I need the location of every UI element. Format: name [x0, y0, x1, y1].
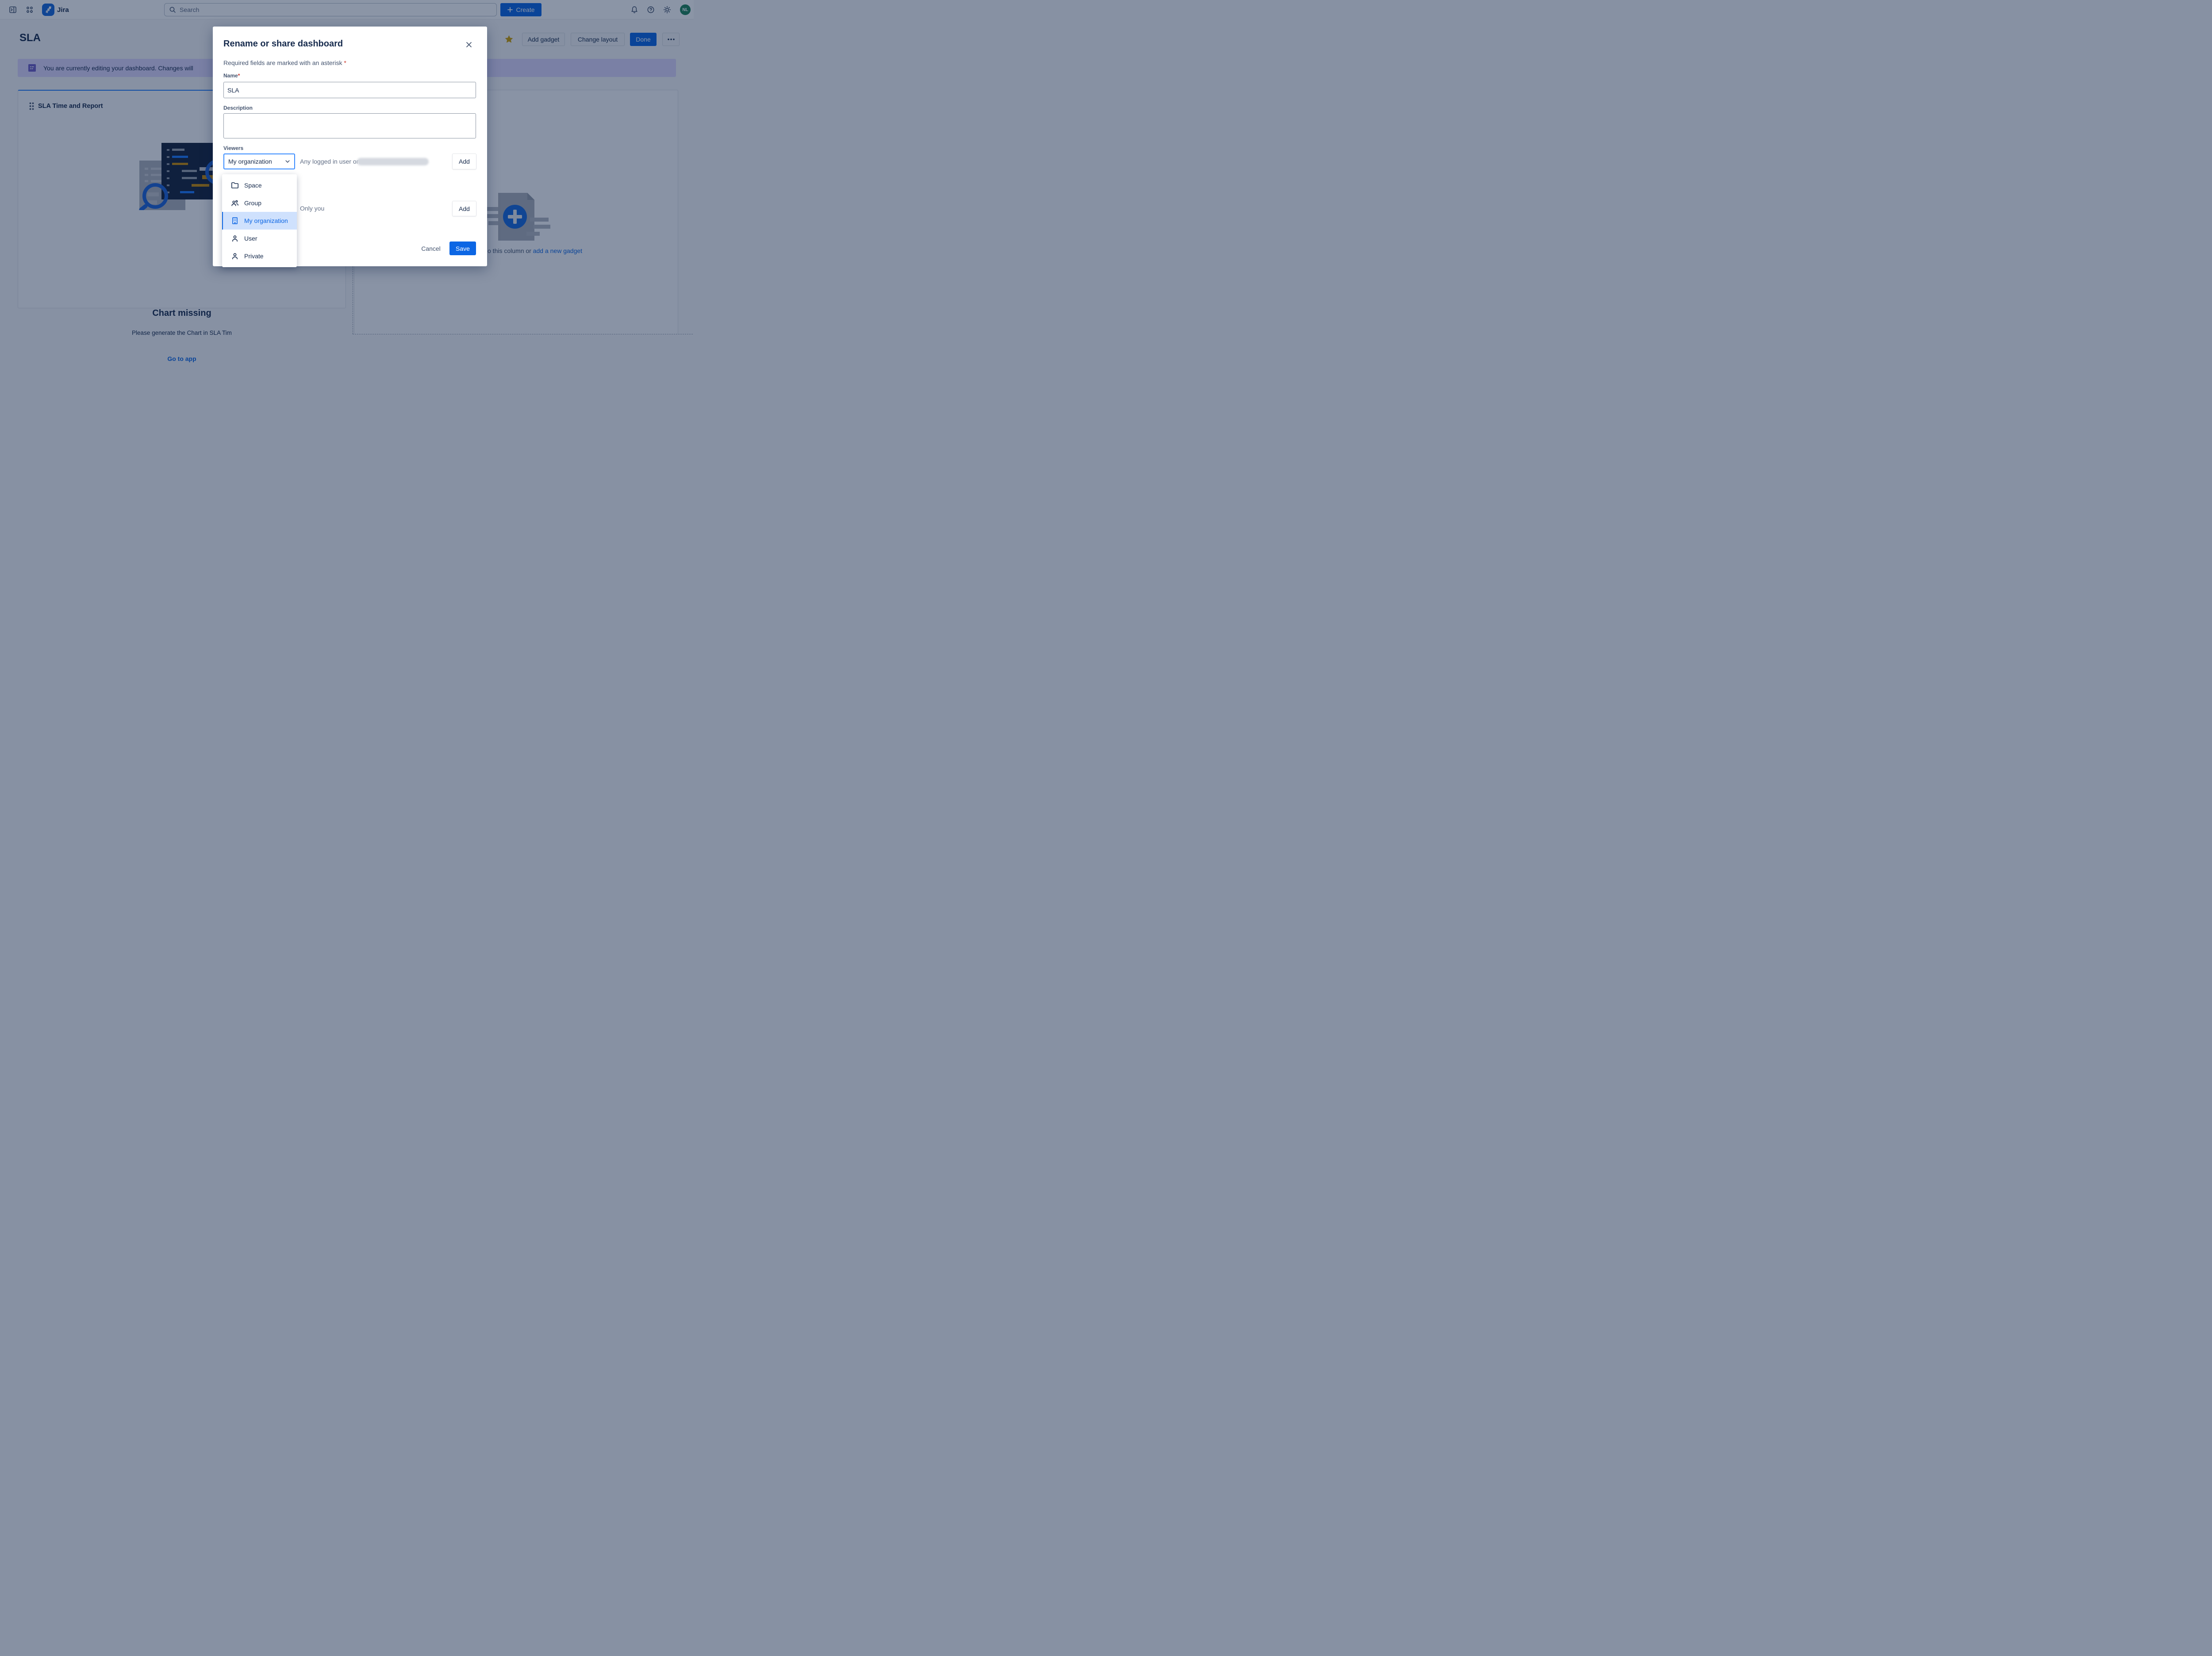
name-label: Name* [223, 73, 240, 79]
close-icon[interactable] [464, 39, 474, 50]
menu-item-my-organization[interactable]: My organization [222, 212, 297, 230]
viewers-hint-text: Any logged in user on [300, 153, 360, 169]
save-button[interactable]: Save [449, 242, 476, 255]
add-viewer-button[interactable]: Add [452, 153, 476, 169]
group-icon [230, 199, 239, 207]
viewers-type-select[interactable]: My organization [223, 153, 295, 169]
folder-icon [230, 181, 239, 190]
modal-title: Rename or share dashboard [223, 39, 343, 49]
name-field[interactable] [223, 82, 476, 98]
viewers-type-dropdown-menu: Space Group My organization User Private [222, 174, 297, 267]
required-fields-note: Required fields are marked with an aster… [223, 59, 346, 66]
menu-item-private[interactable]: Private [222, 247, 297, 265]
viewers-label: Viewers [223, 145, 243, 151]
menu-item-space[interactable]: Space [222, 176, 297, 194]
menu-item-group[interactable]: Group [222, 194, 297, 212]
person-icon [230, 252, 239, 261]
chevron-down-icon [284, 158, 291, 165]
cancel-button[interactable]: Cancel [413, 242, 449, 255]
description-field[interactable] [223, 113, 476, 138]
add-editor-button[interactable]: Add [452, 201, 476, 216]
person-icon [230, 234, 239, 243]
description-label: Description [223, 105, 253, 111]
org-name-redacted-pill [357, 158, 429, 165]
menu-item-user[interactable]: User [222, 230, 297, 247]
building-icon [230, 216, 239, 225]
editors-value-text: Only you [300, 201, 324, 216]
